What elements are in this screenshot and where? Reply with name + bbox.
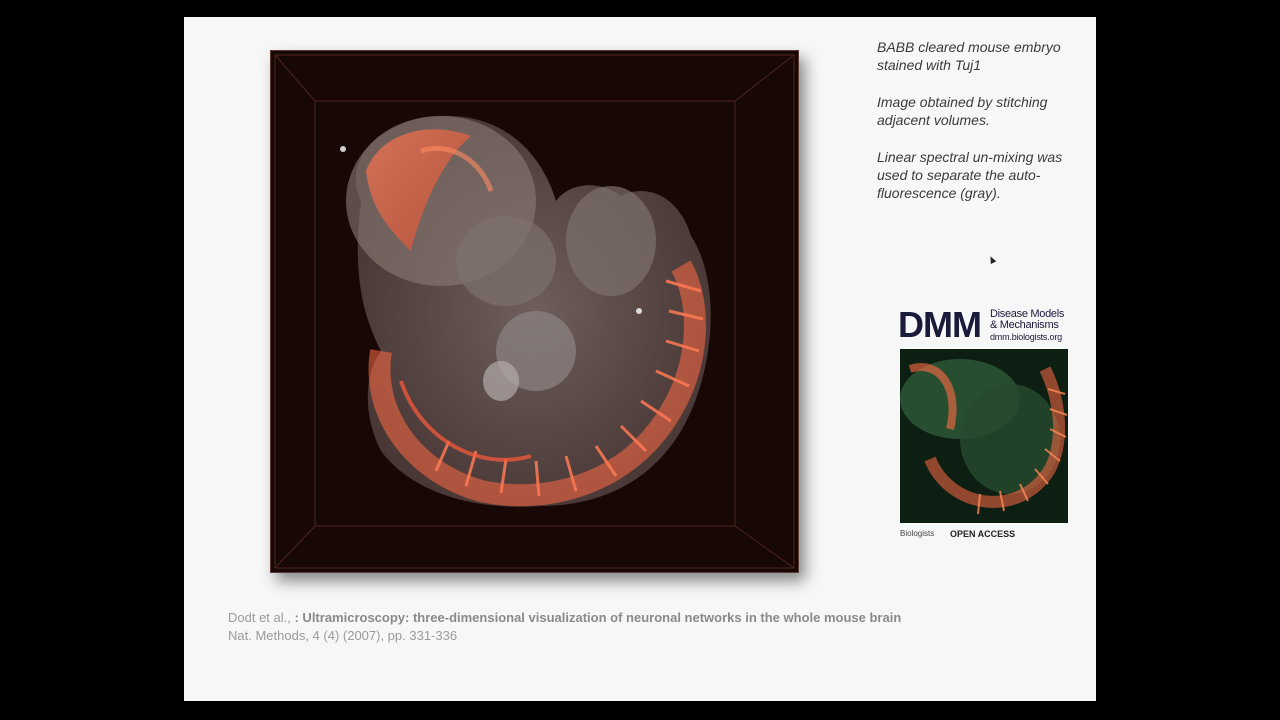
citation-title: : Ultramicroscopy: three-dimensional vis… <box>294 610 902 625</box>
embryo-illustration <box>274 54 795 569</box>
description-line-3: Linear spectral un-mixing was used to se… <box>877 149 1063 201</box>
description-text: BABB cleared mouse embryo stained with T… <box>877 38 1077 221</box>
citation-authors: Dodt et al., <box>228 610 295 625</box>
citation: Dodt et al., : Ultramicroscopy: three-di… <box>228 609 901 645</box>
journal-cover-panel: DMM Disease Models & Mechanisms dmm.biol… <box>898 307 1070 539</box>
journal-name: Disease Models & Mechanisms <box>990 308 1065 331</box>
journal-cover-image <box>900 349 1068 523</box>
embryo-microscopy-image <box>270 50 799 573</box>
publisher-logo: Biologists <box>900 529 935 538</box>
open-access-label: OPEN ACCESS <box>950 529 1016 539</box>
journal-url: dmm.biologists.org <box>990 332 1062 342</box>
journal-header: DMM Disease Models & Mechanisms dmm.biol… <box>898 307 1070 343</box>
slide: BABB cleared mouse embryo stained with T… <box>184 17 1096 701</box>
citation-line-1: Dodt et al., : Ultramicroscopy: three-di… <box>228 609 901 627</box>
cover-illustration <box>900 349 1068 523</box>
description-line-2: Image obtained by stitching adjacent vol… <box>877 94 1048 128</box>
journal-logo: DMM <box>898 304 982 345</box>
citation-source: Nat. Methods, 4 (4) (2007), pp. 331-336 <box>228 628 458 643</box>
journal-footer: Biologists OPEN ACCESS <box>900 529 1070 543</box>
description-line-1: BABB cleared mouse embryo stained with T… <box>877 39 1061 73</box>
